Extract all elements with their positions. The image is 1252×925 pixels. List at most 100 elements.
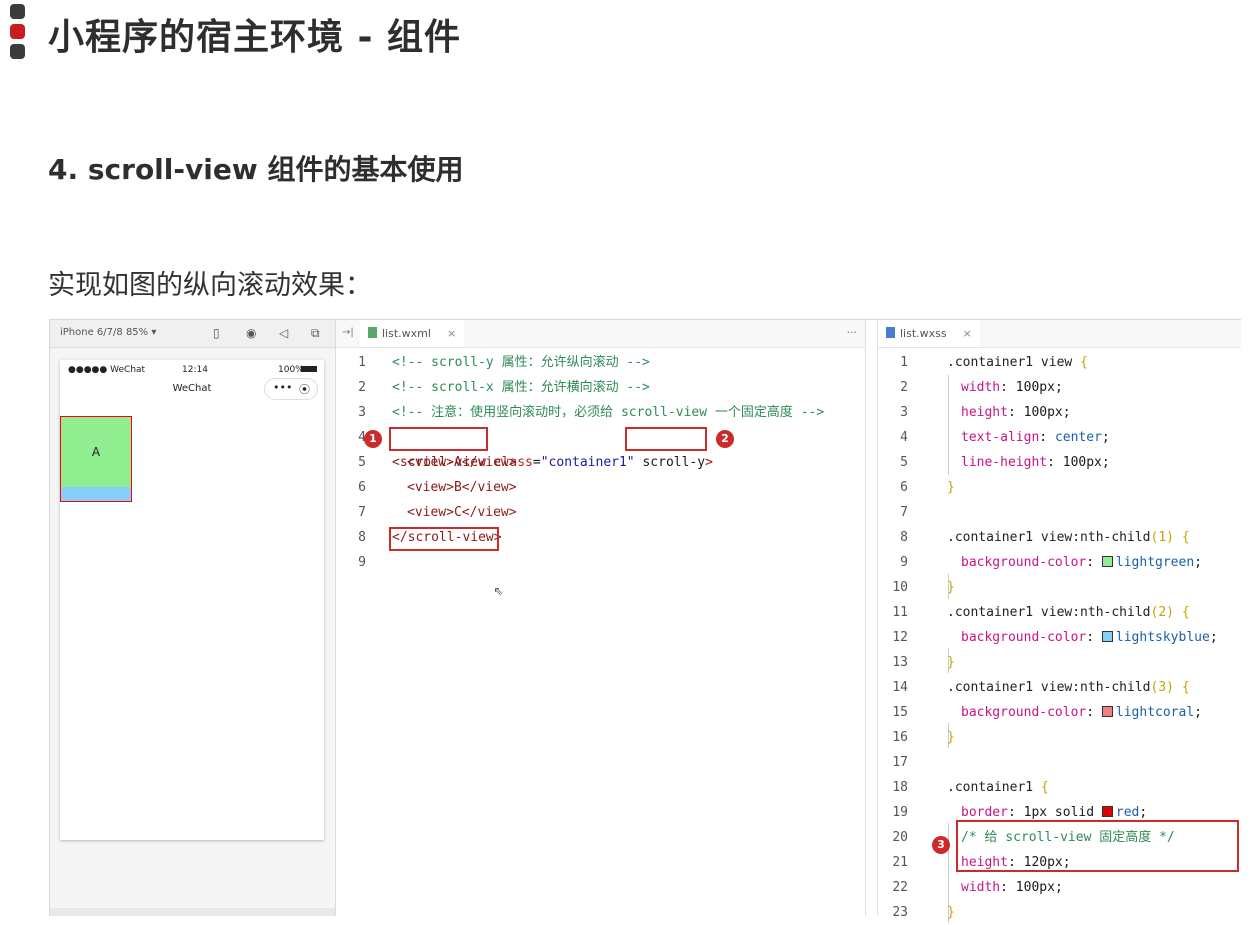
line-number: 2 — [358, 380, 366, 395]
line-number: 2 — [900, 380, 908, 395]
brace: { — [1181, 605, 1190, 620]
colon: : — [1086, 630, 1102, 645]
simulator-panel: iPhone 6/7/8 85% ▾ ▯ ◉ ◁ ⧉ ●●●●● WeChat … — [50, 320, 336, 916]
line-number: 9 — [358, 555, 366, 570]
cursor-icon: ⇖ — [494, 580, 504, 599]
page-title: 小程序的宿主环境 - 组件 — [48, 17, 462, 58]
line-number: 17 — [892, 755, 908, 770]
device-select[interactable]: iPhone 6/7/8 85% ▾ — [60, 327, 156, 338]
property: text-align — [961, 430, 1040, 445]
highlight-box — [956, 820, 1239, 872]
line-number: 8 — [358, 530, 366, 545]
phone-icon[interactable]: ▯ — [213, 326, 220, 340]
brace: { — [1181, 530, 1190, 545]
color-swatch[interactable] — [1101, 631, 1113, 642]
line-number: 7 — [900, 505, 908, 520]
line-number: 5 — [900, 455, 908, 470]
phone-screen: ●●●●● WeChat 12:14 100% WeChat ••• ⦿ A — [60, 360, 324, 840]
value: 1px solid — [1023, 805, 1102, 820]
value: 100px — [1015, 880, 1055, 895]
view-b — [61, 487, 131, 501]
wxss-tabbar: list.wxss × — [878, 320, 1241, 348]
line-number: 10 — [892, 580, 908, 595]
decor-block — [10, 4, 25, 19]
semicolon: ; — [1209, 630, 1218, 645]
wxml-editor: →| list.wxml × ··· 1 <!-- scroll-y 属性：允许纵向… — [336, 320, 866, 916]
simulator-toolbar: iPhone 6/7/8 85% ▾ ▯ ◉ ◁ ⧉ — [50, 320, 335, 348]
code-line: <view>B</view> — [407, 480, 517, 495]
line-number: 3 — [900, 405, 908, 420]
semicolon: ; — [1101, 430, 1110, 445]
property: background-color — [961, 630, 1087, 645]
highlight-box — [389, 427, 488, 451]
collapse-icon[interactable]: →| — [342, 327, 354, 338]
status-bar: ●●●●● WeChat 12:14 100% — [60, 360, 324, 380]
record-icon[interactable]: ◉ — [246, 326, 256, 340]
semicolon: ; — [1101, 455, 1110, 470]
line-number: 11 — [892, 605, 908, 620]
badge-3: 3 — [932, 836, 950, 854]
tab-close-icon[interactable]: × — [963, 327, 972, 340]
battery-text: 100% — [278, 365, 304, 375]
line-number: 12 — [892, 630, 908, 645]
line-number: 23 — [892, 905, 908, 920]
tab-close-icon[interactable]: × — [447, 327, 456, 340]
line-number: 19 — [892, 805, 908, 820]
badge-1: 1 — [364, 430, 382, 448]
nav-bar: WeChat ••• ⦿ — [60, 378, 324, 400]
brace: } — [947, 905, 955, 920]
clock: 12:14 — [182, 365, 208, 375]
semicolon: ; — [1062, 405, 1071, 420]
semicolon: ; — [1054, 380, 1063, 395]
color-swatch[interactable] — [1101, 706, 1113, 717]
line-number: 5 — [358, 455, 366, 470]
selector: .container1 view:nth-child — [947, 530, 1151, 545]
wxss-editor: list.wxss × 1 .container1 view { 2 width: 1… — [877, 320, 1241, 923]
value: lightcoral — [1115, 705, 1195, 720]
color-swatch[interactable] — [1101, 806, 1113, 817]
property: height — [961, 405, 1008, 420]
view-a: A — [61, 417, 131, 487]
window-icon[interactable]: ⧉ — [311, 326, 320, 341]
colon: : — [1007, 405, 1024, 420]
selector: .container1 — [947, 780, 1041, 795]
line-number: 8 — [900, 530, 908, 545]
more-icon[interactable]: ··· — [847, 326, 858, 339]
line-number: 9 — [900, 555, 908, 570]
battery-icon — [301, 366, 317, 372]
more-icon[interactable]: ••• — [273, 381, 292, 394]
property: background-color — [961, 705, 1087, 720]
value: center — [1054, 430, 1102, 445]
brace: { — [1181, 680, 1190, 695]
line-number: 16 — [892, 730, 908, 745]
selector: .container1 view — [947, 355, 1081, 370]
brace: } — [947, 480, 955, 495]
capsule-menu[interactable]: ••• ⦿ — [264, 378, 318, 400]
volume-icon[interactable]: ◁ — [279, 326, 288, 340]
colon: : — [1007, 805, 1024, 820]
value-color: red — [1115, 805, 1140, 820]
code-line: <view>A</view> — [407, 455, 517, 470]
selector-arg: (2) — [1150, 605, 1174, 620]
wxml-file-icon — [368, 327, 377, 338]
scroll-view-preview[interactable]: A — [60, 416, 132, 502]
semicolon: ; — [1194, 555, 1202, 570]
line-number: 18 — [892, 780, 908, 795]
colon: : — [1047, 455, 1063, 470]
close-icon[interactable]: ⦿ — [299, 381, 310, 397]
css-file-icon — [886, 327, 895, 338]
line-number: 6 — [358, 480, 366, 495]
tab-list-wxss[interactable]: list.wxss × — [878, 320, 980, 347]
tab-list-wxml[interactable]: list.wxml × — [360, 320, 465, 347]
property: background-color — [961, 555, 1087, 570]
line-number: 22 — [892, 880, 908, 895]
value: 100px — [1015, 380, 1055, 395]
brace: } — [947, 655, 955, 670]
brace: { — [1080, 355, 1088, 370]
color-swatch[interactable] — [1101, 556, 1113, 567]
carrier: ●●●●● WeChat — [68, 365, 146, 375]
code-line: <view>C</view> — [407, 505, 517, 520]
indent-guide — [948, 375, 949, 475]
property: line-height — [961, 455, 1048, 470]
colon: : — [1000, 880, 1016, 895]
